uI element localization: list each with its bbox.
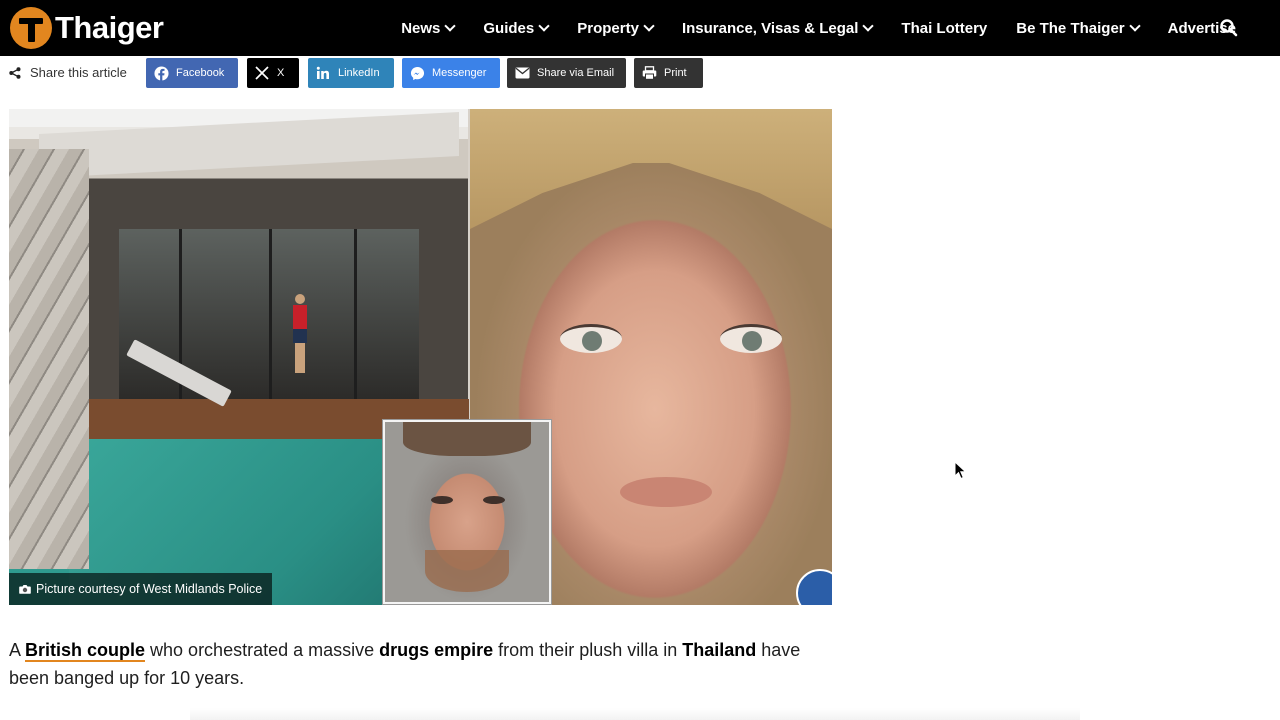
share-label: Share this article xyxy=(9,65,127,80)
bold-text: drugs empire xyxy=(379,640,494,660)
nav-item-label: Be The Thaiger xyxy=(1016,19,1125,37)
share-messenger-label: Messenger xyxy=(432,67,487,79)
nav-item-be-the-thaiger[interactable]: Be The Thaiger xyxy=(1016,19,1141,37)
nav-item-property[interactable]: Property xyxy=(577,19,655,37)
main-navigation: News Guides Property Insurance, Visas & Leg… xyxy=(372,0,1236,56)
share-x-label: X xyxy=(277,67,285,79)
police-badge-icon xyxy=(796,569,832,605)
search-icon[interactable] xyxy=(1219,18,1239,38)
share-label-text: Share this article xyxy=(30,65,127,80)
share-email-button[interactable]: Share via Email xyxy=(507,58,626,88)
nav-item-thai-lottery[interactable]: Thai Lottery xyxy=(901,20,987,37)
facebook-icon xyxy=(146,58,176,88)
share-email-label: Share via Email xyxy=(537,67,615,79)
share-icon xyxy=(9,66,21,79)
featured-image[interactable]: Picture courtesy of West Midlands Police xyxy=(9,109,832,605)
article-paragraph: A British couple who orchestrated a mass… xyxy=(9,636,839,692)
chevron-down-icon xyxy=(1128,20,1141,32)
share-bar: Share this article Facebook X LinkedIn M… xyxy=(0,58,832,90)
share-messenger-button[interactable]: Messenger xyxy=(402,58,500,88)
nav-item-guides[interactable]: Guides xyxy=(483,19,550,37)
chevron-down-icon xyxy=(862,20,875,32)
messenger-icon xyxy=(402,58,432,88)
nav-item-label: Property xyxy=(577,19,639,37)
share-x-button[interactable]: X xyxy=(247,58,299,88)
nav-item-insurance-visas-legal[interactable]: Insurance, Visas & Legal xyxy=(681,19,875,37)
text-segment: from their plush villa in xyxy=(493,640,683,660)
share-facebook-label: Facebook xyxy=(176,67,225,79)
email-icon xyxy=(507,58,537,88)
share-print-label: Print xyxy=(664,67,687,79)
nav-item-label: Insurance, Visas & Legal xyxy=(681,19,859,37)
chevron-down-icon xyxy=(444,20,457,32)
share-linkedin-label: LinkedIn xyxy=(338,67,380,79)
x-icon xyxy=(247,58,277,88)
mouse-cursor-icon xyxy=(954,461,967,480)
nav-item-label: Guides xyxy=(483,19,535,37)
share-print-button[interactable]: Print xyxy=(634,58,703,88)
image-caption: Picture courtesy of West Midlands Police xyxy=(9,573,273,605)
share-facebook-button[interactable]: Facebook xyxy=(146,58,238,88)
british-couple-link[interactable]: British couple xyxy=(25,640,146,662)
nav-item-news[interactable]: News xyxy=(401,19,457,37)
nav-item-label: News xyxy=(401,19,441,37)
image-caption-text: Picture courtesy of West Midlands Police xyxy=(36,582,263,596)
share-linkedin-button[interactable]: LinkedIn xyxy=(308,58,394,88)
chevron-down-icon xyxy=(538,20,550,32)
sticky-footer-shadow xyxy=(190,708,1080,720)
thaiger-logo-icon xyxy=(10,7,52,49)
print-icon xyxy=(634,58,664,88)
logo-text: Thaiger xyxy=(55,10,164,45)
chevron-down-icon xyxy=(643,20,655,32)
camera-icon xyxy=(19,585,31,594)
site-header: Thaiger News Guides Property Insurance, Vis… xyxy=(0,0,1280,56)
male-mugshot-photo xyxy=(383,420,551,604)
nav-item-label: Thai Lottery xyxy=(901,19,988,37)
bold-text: Thailand xyxy=(682,640,757,660)
site-logo[interactable]: Thaiger xyxy=(10,7,164,49)
text-segment: who orchestrated a massive xyxy=(145,640,380,660)
text-segment: A xyxy=(9,640,26,660)
linkedin-icon xyxy=(308,58,338,88)
